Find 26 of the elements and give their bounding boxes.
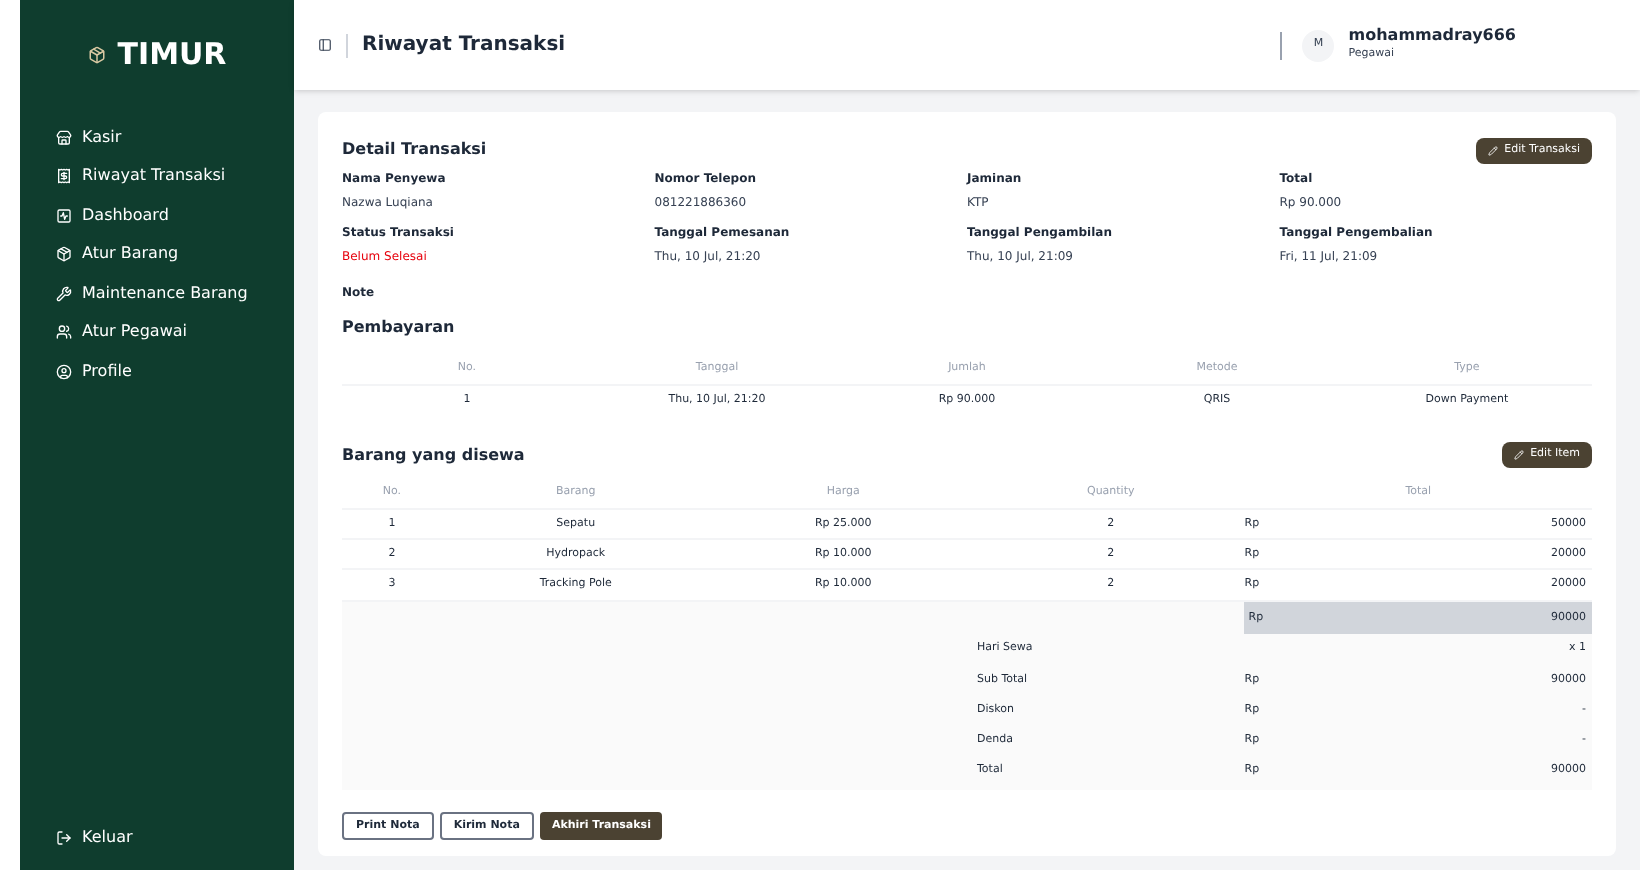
logout-icon: [56, 830, 72, 846]
pencil-icon: [1488, 145, 1499, 155]
sidebar-item[interactable]: Atur Pegawai: [56, 320, 294, 345]
sidebar-toggle-icon[interactable]: [318, 38, 332, 52]
users-icon: [56, 324, 72, 341]
user-name: mohammadray666: [1348, 26, 1516, 47]
sidebar-item[interactable]: Profile: [56, 359, 294, 384]
section-title: Barang yang disewa: [342, 443, 525, 467]
pencil-icon: [1514, 450, 1525, 460]
sidebar-item[interactable]: Dashboard: [56, 203, 294, 228]
sidebar-item[interactable]: Atur Barang: [56, 242, 294, 267]
box-icon: [56, 246, 72, 263]
logo-icon: [87, 45, 106, 64]
sidebar-item[interactable]: Kasir: [56, 125, 294, 150]
sidebar-item[interactable]: Maintenance Barang: [56, 281, 294, 306]
receipt-icon: [56, 168, 72, 185]
activity-icon: [56, 207, 72, 224]
store-icon: [56, 129, 72, 146]
sidebar-item[interactable]: Riwayat Transaksi: [56, 164, 294, 189]
user-icon: [56, 363, 72, 380]
wrench-icon: [56, 285, 72, 302]
page-title: Riwayat Transaksi: [362, 32, 566, 60]
logout-link[interactable]: Keluar: [56, 826, 294, 850]
brand-name: TIMUR: [117, 34, 227, 76]
section-title: Detail Transaksi: [342, 138, 487, 162]
section-title: Pembayaran: [342, 316, 457, 340]
